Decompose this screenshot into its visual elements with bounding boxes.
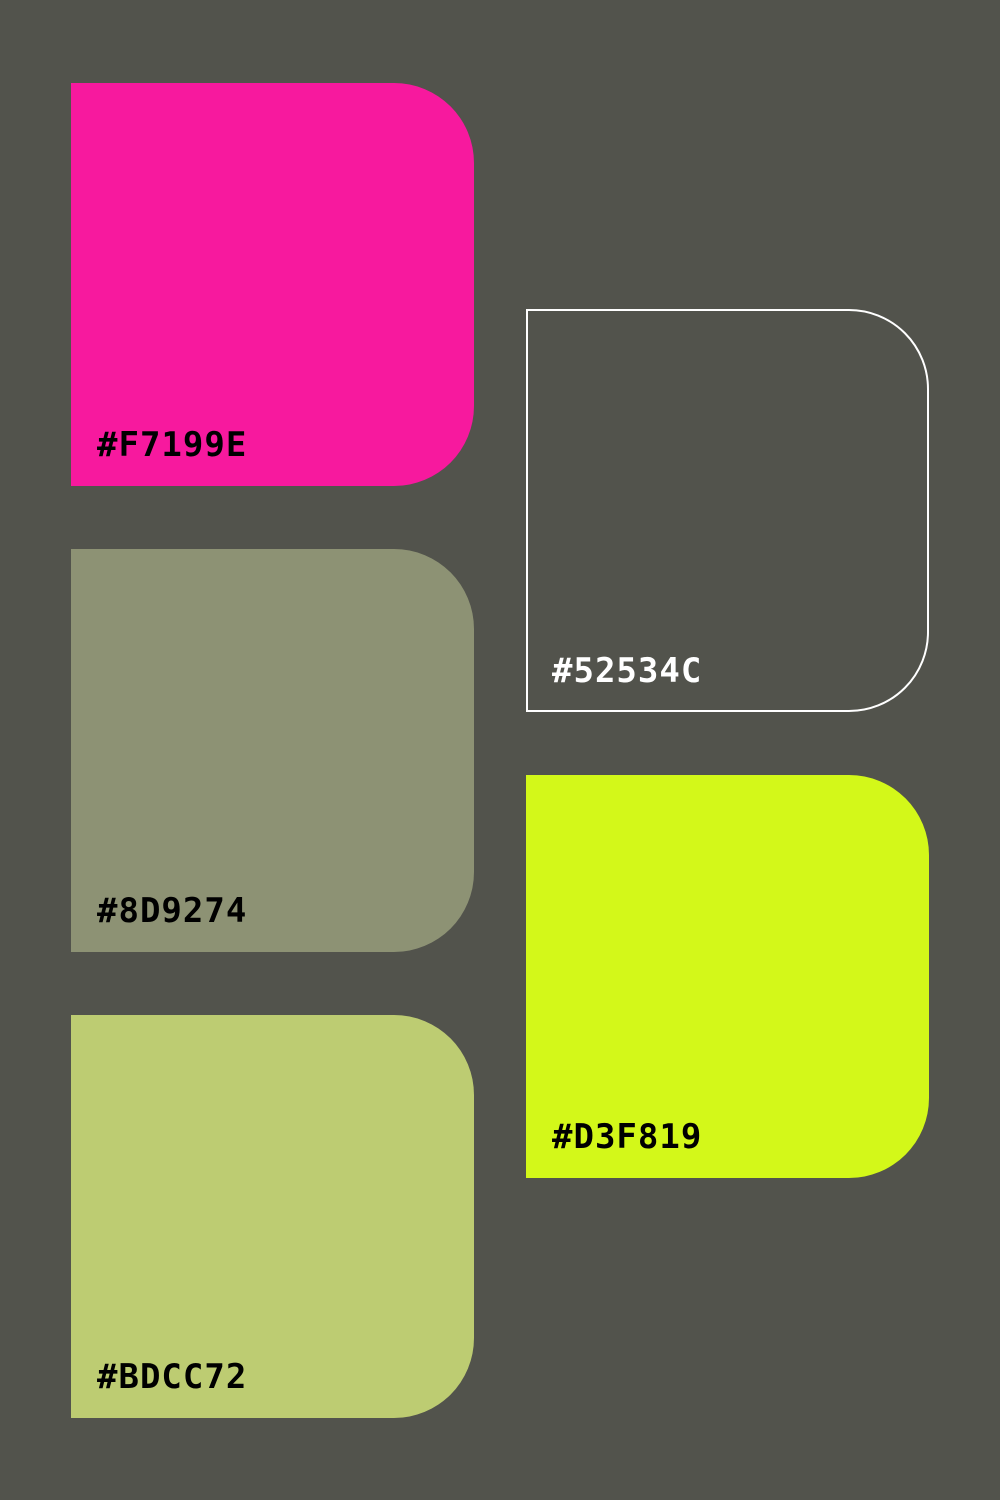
swatch-hex-label: #BDCC72 <box>97 1357 248 1397</box>
swatch-hex-label: #D3F819 <box>552 1117 703 1157</box>
swatch-pink: #F7199E <box>71 83 474 486</box>
swatch-hex-label: #F7199E <box>97 425 248 465</box>
swatch-hex-label: #8D9274 <box>97 891 248 931</box>
swatch-sage-gray: #8D9274 <box>71 549 474 952</box>
swatch-pale-green: #BDCC72 <box>71 1015 474 1418</box>
swatch-hex-label: #52534C <box>552 651 703 691</box>
swatch-lime: #D3F819 <box>526 775 929 1178</box>
swatch-dark-gray-outlined: #52534C <box>526 309 929 712</box>
